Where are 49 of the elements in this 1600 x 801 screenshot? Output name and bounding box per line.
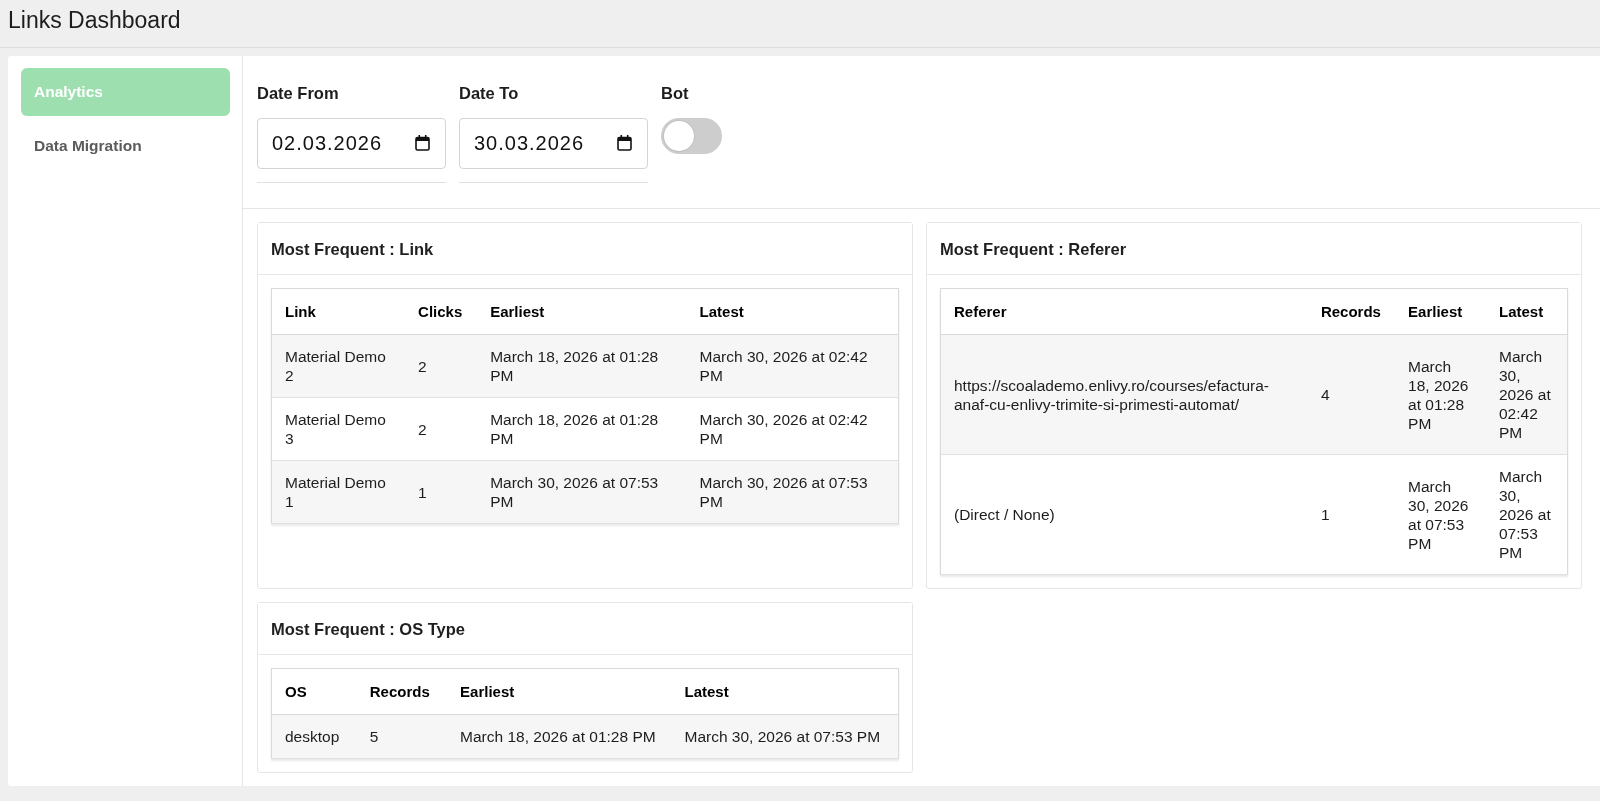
date-field[interactable]: 02.03.2026 [257, 118, 446, 169]
column-header: Link [271, 288, 406, 335]
table-cell: 1 [405, 460, 478, 524]
table-cell: Material Demo 1 [271, 460, 406, 524]
table-cell: Material Demo 2 [271, 334, 406, 398]
column-header: Records [1307, 288, 1396, 335]
calendar-icon[interactable] [415, 135, 430, 151]
table-cell: March 18, 2026 at 01:28 PM [477, 397, 687, 461]
table-cell: March 30, 2026 at 07:53 PM [477, 460, 687, 524]
table-cell: https://scoalademo.enlivy.ro/courses/efactura-anaf-cu-enlivy-trimite-si-primesti-automat/ [940, 334, 1308, 455]
table-cell: March 30, 2026 at 07:53 PM [1485, 454, 1568, 575]
column-header: Latest [686, 288, 899, 335]
page-title: Links Dashboard [8, 9, 181, 32]
column-header: Referer [940, 288, 1308, 335]
table-cell: March 30, 2026 at 02:42 PM [1485, 334, 1568, 455]
column-header: Latest [671, 668, 899, 715]
card-title: Most Frequent : OS Type [271, 618, 466, 639]
column-header: Latest [1485, 288, 1568, 335]
table-cell: March 30, 2026 at 07:53 PM [686, 460, 899, 524]
column-header: Earliest [447, 668, 672, 715]
table-cell: March 18, 2026 at 01:28 PM [477, 334, 687, 398]
field-label: Date To [459, 83, 519, 103]
column-header: Earliest [1395, 288, 1486, 335]
column-header: Clicks [405, 288, 478, 335]
column-header: Earliest [477, 288, 687, 335]
table-cell: 2 [405, 397, 478, 461]
table-cell: March 30, 2026 at 07:53 PM [1395, 454, 1486, 575]
table-cell: desktop [271, 714, 357, 759]
field-label: Bot [661, 83, 689, 103]
table-cell: 2 [405, 334, 478, 398]
table-cell: 4 [1307, 334, 1396, 455]
table-cell: March 30, 2026 at 02:42 PM [686, 397, 899, 461]
sidebar-item[interactable]: Data Migration [21, 122, 230, 170]
column-header: Records [356, 668, 448, 715]
table-cell: March 18, 2026 at 01:28 PM [1395, 334, 1486, 455]
table-cell: March 18, 2026 at 01:28 PM [447, 714, 672, 759]
field-label: Date From [257, 83, 339, 103]
table-cell: March 30, 2026 at 07:53 PM [671, 714, 899, 759]
table-cell: (Direct / None) [940, 454, 1308, 575]
table-cell: March 30, 2026 at 02:42 PM [686, 334, 899, 398]
card-title: Most Frequent : Referer [940, 238, 1127, 259]
column-header: OS [271, 668, 357, 715]
card-title: Most Frequent : Link [271, 238, 434, 259]
table-cell: Material Demo 3 [271, 397, 406, 461]
toggle-switch[interactable] [661, 118, 722, 154]
table-cell: 5 [356, 714, 448, 759]
calendar-icon[interactable] [617, 135, 632, 151]
table-cell: 1 [1307, 454, 1396, 575]
date-field[interactable]: 30.03.2026 [459, 118, 648, 169]
